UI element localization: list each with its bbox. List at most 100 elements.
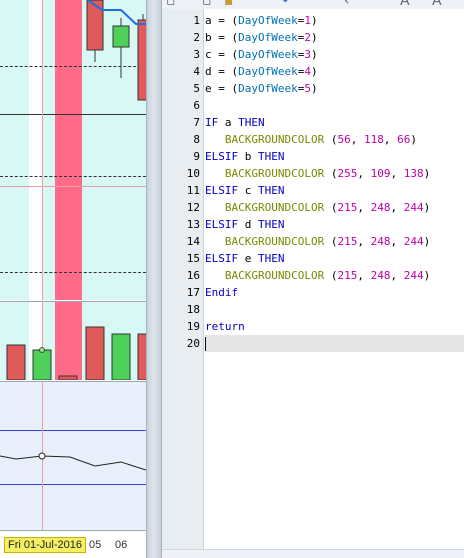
- code-line[interactable]: ELSIF c THEN: [205, 182, 464, 199]
- price-chart-panel[interactable]: [0, 0, 146, 300]
- close-panel-icon[interactable]: A: [432, 0, 442, 9]
- code-token: DayOfWeek: [238, 65, 298, 78]
- line-number: 7: [193, 116, 200, 129]
- text-caret: [205, 337, 206, 351]
- code-line[interactable]: ELSIF d THEN: [205, 216, 464, 233]
- volume-bar: [58, 375, 78, 380]
- code-token: ELSIF: [205, 150, 239, 163]
- code-token: ): [423, 269, 431, 282]
- code-line[interactable]: IF a THEN: [205, 114, 464, 131]
- code-line[interactable]: e = (DayOfWeek=5): [205, 80, 464, 97]
- code-token: ): [310, 82, 318, 95]
- code-token: ,: [357, 235, 371, 248]
- code-token: DayOfWeek: [238, 48, 298, 61]
- code-token: 215: [337, 235, 358, 248]
- code-line[interactable]: d = (DayOfWeek=4): [205, 63, 464, 80]
- code-token: 118: [363, 133, 384, 146]
- code-token: 3: [304, 48, 311, 61]
- open-file-icon[interactable]: ▪: [224, 0, 234, 9]
- code-token: ,: [357, 167, 371, 180]
- code-token: d = (: [205, 65, 239, 78]
- code-token: 248: [370, 201, 391, 214]
- editor-toolbar: ▫ ▫ ▪ ↶ ‹ A A: [162, 0, 464, 9]
- code-line[interactable]: return: [205, 318, 464, 335]
- code-token: BACKGROUNDCOLOR: [224, 269, 325, 282]
- code-token: 4: [304, 65, 311, 78]
- code-token: BACKGROUNDCOLOR: [224, 133, 325, 146]
- code-area[interactable]: a = (DayOfWeek=1) b = (DayOfWeek=2) c = (D…: [205, 9, 464, 549]
- code-line[interactable]: BACKGROUNDCOLOR (56, 118, 66): [205, 131, 464, 148]
- code-token: e: [238, 252, 258, 265]
- chart-pane[interactable]: Fri 01-Jul-2016 05 06: [0, 0, 146, 558]
- comment-icon[interactable]: ‹: [344, 0, 350, 9]
- code-line[interactable]: ELSIF e THEN: [205, 250, 464, 267]
- code-token: (: [324, 201, 338, 214]
- code-token: 215: [337, 269, 358, 282]
- volume-bar: [6, 344, 26, 380]
- code-line[interactable]: BACKGROUNDCOLOR (215, 248, 244): [205, 233, 464, 250]
- code-line[interactable]: BACKGROUNDCOLOR (255, 109, 138): [205, 165, 464, 182]
- date-highlight-label: Fri 01-Jul-2016: [4, 537, 86, 553]
- line-number: 16: [186, 269, 200, 282]
- code-token: ): [423, 167, 431, 180]
- line-number: 14: [186, 235, 200, 248]
- code-token: 2: [304, 31, 311, 44]
- date-tick: 06: [115, 539, 128, 551]
- undo-icon[interactable]: ↶: [282, 0, 294, 9]
- code-token: 244: [403, 201, 424, 214]
- code-token: THEN: [258, 252, 285, 265]
- line-number: 3: [193, 48, 200, 61]
- toolbar-icon[interactable]: ▫: [166, 0, 176, 9]
- line-number: 2: [193, 31, 200, 44]
- line-number: 4: [193, 65, 200, 78]
- code-line[interactable]: b = (DayOfWeek=2): [205, 29, 464, 46]
- code-line[interactable]: ELSIF b THEN: [205, 148, 464, 165]
- line-number: 5: [193, 82, 200, 95]
- code-token: BACKGROUNDCOLOR: [224, 235, 325, 248]
- code-token: ): [423, 201, 431, 214]
- line-number: 9: [193, 150, 200, 163]
- code-line[interactable]: [205, 335, 464, 352]
- volume-bar: [32, 349, 52, 380]
- code-token: e = (: [205, 82, 239, 95]
- code-editor-pane[interactable]: ▫ ▫ ▪ ↶ ‹ A A 1 2 3 4 5 6 7 8 9 10 11 12 13 14 15 16 17 1…: [162, 0, 464, 558]
- new-file-icon[interactable]: ▫: [202, 0, 212, 9]
- code-token: c: [238, 184, 258, 197]
- code-token: a = (: [205, 14, 239, 27]
- indicator-line: [0, 455, 146, 471]
- code-token: BACKGROUNDCOLOR: [224, 167, 325, 180]
- code-token: 138: [403, 167, 424, 180]
- code-token: THEN: [258, 150, 285, 163]
- line-number: 10: [186, 167, 200, 180]
- bearish-candle: [137, 19, 146, 101]
- code-token: DayOfWeek: [238, 82, 298, 95]
- code-line[interactable]: c = (DayOfWeek=3): [205, 46, 464, 63]
- code-token: THEN: [238, 116, 265, 129]
- code-line[interactable]: [205, 301, 464, 318]
- code-token: IF: [205, 116, 219, 129]
- volume-panel[interactable]: [0, 301, 146, 380]
- code-line[interactable]: BACKGROUNDCOLOR (215, 248, 244): [205, 199, 464, 216]
- code-line[interactable]: [205, 97, 464, 114]
- code-line[interactable]: Endif: [205, 284, 464, 301]
- code-token: 255: [337, 167, 358, 180]
- volume-bar: [85, 326, 105, 380]
- code-token: THEN: [258, 184, 285, 197]
- code-token: ,: [390, 167, 404, 180]
- pane-splitter[interactable]: [146, 0, 162, 558]
- line-number: 15: [186, 252, 200, 265]
- code-token: (: [324, 167, 338, 180]
- date-axis: Fri 01-Jul-2016 05 06: [0, 530, 146, 558]
- candlestick-svg: [86, 0, 146, 101]
- code-token: ,: [383, 133, 398, 146]
- date-tick: 05: [89, 539, 102, 551]
- indicator-panel[interactable]: [0, 381, 146, 530]
- font-size-icon[interactable]: A: [400, 0, 410, 9]
- code-token: b = (: [205, 31, 239, 44]
- line-number: 13: [186, 218, 200, 231]
- code-line[interactable]: BACKGROUNDCOLOR (215, 248, 244): [205, 267, 464, 284]
- code-line[interactable]: a = (DayOfWeek=1): [205, 12, 464, 29]
- code-token: ): [310, 31, 318, 44]
